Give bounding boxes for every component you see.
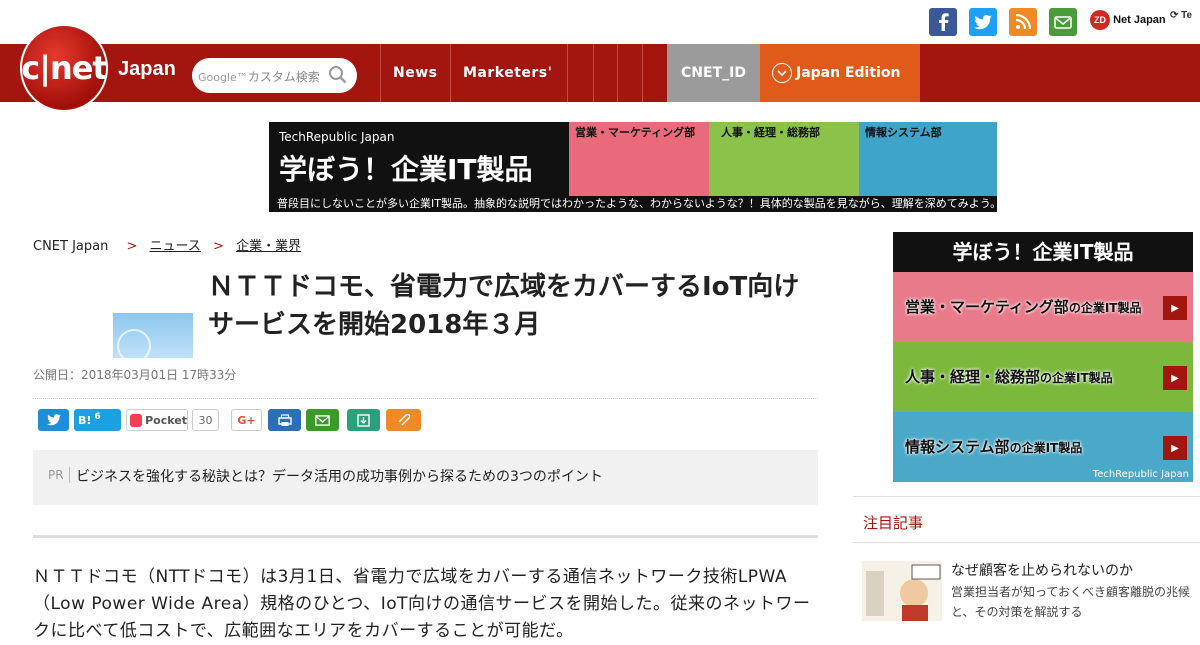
- chevron-down-icon: [772, 63, 792, 83]
- divider: [853, 542, 1200, 543]
- techrepublic-link[interactable]: ⟳ Te: [1170, 10, 1192, 21]
- pocket-count: 30: [192, 409, 219, 431]
- breadcrumb-item[interactable]: ニュース: [150, 239, 201, 254]
- breadcrumb-root[interactable]: CNET Japan: [33, 239, 108, 254]
- play-arrow-icon: ▶: [1163, 296, 1187, 320]
- breadcrumb-item[interactable]: 企業・業界: [236, 239, 301, 254]
- share-hatena-button[interactable]: B! 6: [74, 409, 121, 431]
- nav-divider: [567, 44, 568, 102]
- sidebar-ad-row-label: 人事・経理・総務部の企業IT製品: [905, 368, 1113, 386]
- share-pocket-button[interactable]: Pocket: [126, 409, 188, 431]
- save-download-icon[interactable]: [347, 409, 380, 431]
- search-placeholder: Google™カスタム検索: [198, 70, 320, 84]
- nav-news[interactable]: News: [393, 44, 437, 102]
- share-twitter-button[interactable]: [38, 409, 69, 431]
- banner-caption: 普段目にしないことが多い企業IT製品。抽象的な説明ではわかったような、わからない…: [269, 196, 997, 212]
- mail-icon[interactable]: [1049, 8, 1077, 36]
- sidebar-ad-row-label: 営業・マーケティング部の企業IT製品: [905, 298, 1142, 316]
- share-gplus-button[interactable]: G+: [231, 409, 262, 431]
- nav-divider: [380, 44, 381, 102]
- breadcrumb: CNET Japan > ニュース > 企業・業界: [33, 235, 301, 254]
- pr-link[interactable]: PR ビジネスを強化する秘訣とは？データ活用の成功事例から探るための3つのポイン…: [33, 450, 818, 505]
- hatena-icon: B!: [78, 413, 92, 427]
- techrepublic-label: Te: [1181, 10, 1193, 21]
- pocket-icon: [130, 413, 143, 427]
- search-icon[interactable]: [328, 65, 348, 89]
- banner-brand: TechRepublic Japan: [279, 130, 395, 144]
- sidebar-ad-brand: TechRepublic Japan: [1092, 469, 1189, 480]
- banner-headline: 学ぼう！企業IT製品: [279, 153, 533, 186]
- article-title: ＮＴＴドコモ、省電力で広域をカバーするIoT向けサービスを開始2018年３月: [208, 272, 800, 340]
- breadcrumb-separator-icon: >: [126, 239, 138, 254]
- nav-marketers[interactable]: Marketers': [463, 44, 552, 102]
- divider: [33, 535, 818, 538]
- cnet-id-button[interactable]: CNET_ID: [667, 44, 760, 102]
- nav-divider: [593, 44, 594, 102]
- article-thumbnail: [113, 313, 193, 358]
- breadcrumb-separator-icon: >: [213, 239, 224, 254]
- nav-divider: [617, 44, 618, 102]
- sidebar-ad-row-it[interactable]: 情報システム部の企業IT製品 ▶ TechRepublic Japan: [893, 412, 1193, 482]
- sidebar-ad-row-hr[interactable]: 人事・経理・総務部の企業IT製品 ▶: [893, 342, 1193, 412]
- site-header: Japan Google™カスタム検索 News Marketers' CNET…: [0, 44, 1200, 102]
- sidebar-section-title: 注目記事: [863, 514, 924, 532]
- sidebar-ad-row-label: 情報システム部の企業IT製品: [905, 438, 1083, 456]
- search-input[interactable]: Google™カスタム検索: [192, 58, 357, 93]
- cnet-logo[interactable]: c|net: [20, 24, 108, 112]
- pocket-label: Pocket: [145, 413, 187, 427]
- article-date: 公開日：2018年03月01日 17時33分: [33, 368, 237, 382]
- banner-panel-hr: 人事・経理・総務部: [709, 122, 859, 196]
- pr-tag: PR: [48, 468, 64, 482]
- hatena-count: 6: [94, 412, 101, 422]
- facebook-icon[interactable]: [929, 8, 957, 36]
- sidebar-ad[interactable]: 学ぼう！企業IT製品 営業・マーケティング部の企業IT製品 ▶ 人事・経理・総務…: [893, 232, 1193, 482]
- banner-panel-sales: 営業・マーケティング部: [569, 122, 709, 196]
- article-body: ＮＴＴドコモ（NTTドコモ）は3月1日、省電力で広域をカバーする通信ネットワーク…: [33, 567, 811, 641]
- zdnet-label: Net Japan: [1113, 13, 1166, 26]
- divider: [853, 496, 1200, 497]
- twitter-icon[interactable]: [969, 8, 997, 36]
- banner-panel-it: 情報システム部: [859, 122, 997, 196]
- banner-ad[interactable]: 営業・マーケティング部 人事・経理・総務部 情報システム部 TechRepubl…: [269, 122, 997, 212]
- play-arrow-icon: ▶: [1163, 436, 1187, 460]
- pr-text: ビジネスを強化する秘訣とは？データ活用の成功事例から探るための3つのポイント: [76, 469, 603, 485]
- featured-article-thumbnail[interactable]: [862, 561, 942, 621]
- zdnet-logo-icon: ZD: [1090, 10, 1110, 30]
- play-arrow-icon: ▶: [1163, 366, 1187, 390]
- sidebar-ad-header: 学ぼう！企業IT製品: [952, 240, 1134, 264]
- divider: [33, 398, 818, 399]
- logo-text: c|net: [21, 49, 107, 87]
- sidebar-ad-row-sales[interactable]: 営業・マーケティング部の企業IT製品 ▶: [893, 272, 1193, 342]
- clip-icon[interactable]: [386, 409, 421, 431]
- edition-selector[interactable]: Japan Edition: [760, 44, 920, 102]
- utility-bar: ZD Net Japan ⟳ Te: [0, 0, 1200, 44]
- rss-icon[interactable]: [1009, 8, 1037, 36]
- edition-label: Japan Edition: [796, 65, 901, 81]
- print-icon[interactable]: [268, 409, 301, 431]
- zdnet-japan-link[interactable]: ZD Net Japan: [1090, 10, 1166, 30]
- featured-article-title[interactable]: なぜ顧客を止められないのか: [951, 560, 1133, 580]
- share-mail-icon[interactable]: [306, 409, 339, 431]
- nav-divider: [642, 44, 643, 102]
- japan-label: Japan: [118, 58, 176, 80]
- nav-divider: [450, 44, 451, 102]
- featured-article-desc: 営業担当者が知っておくべき顧客離脱の兆候と、その対策を解説する: [951, 585, 1191, 619]
- pr-divider: [69, 467, 70, 483]
- techrepublic-icon: ⟳: [1170, 10, 1179, 21]
